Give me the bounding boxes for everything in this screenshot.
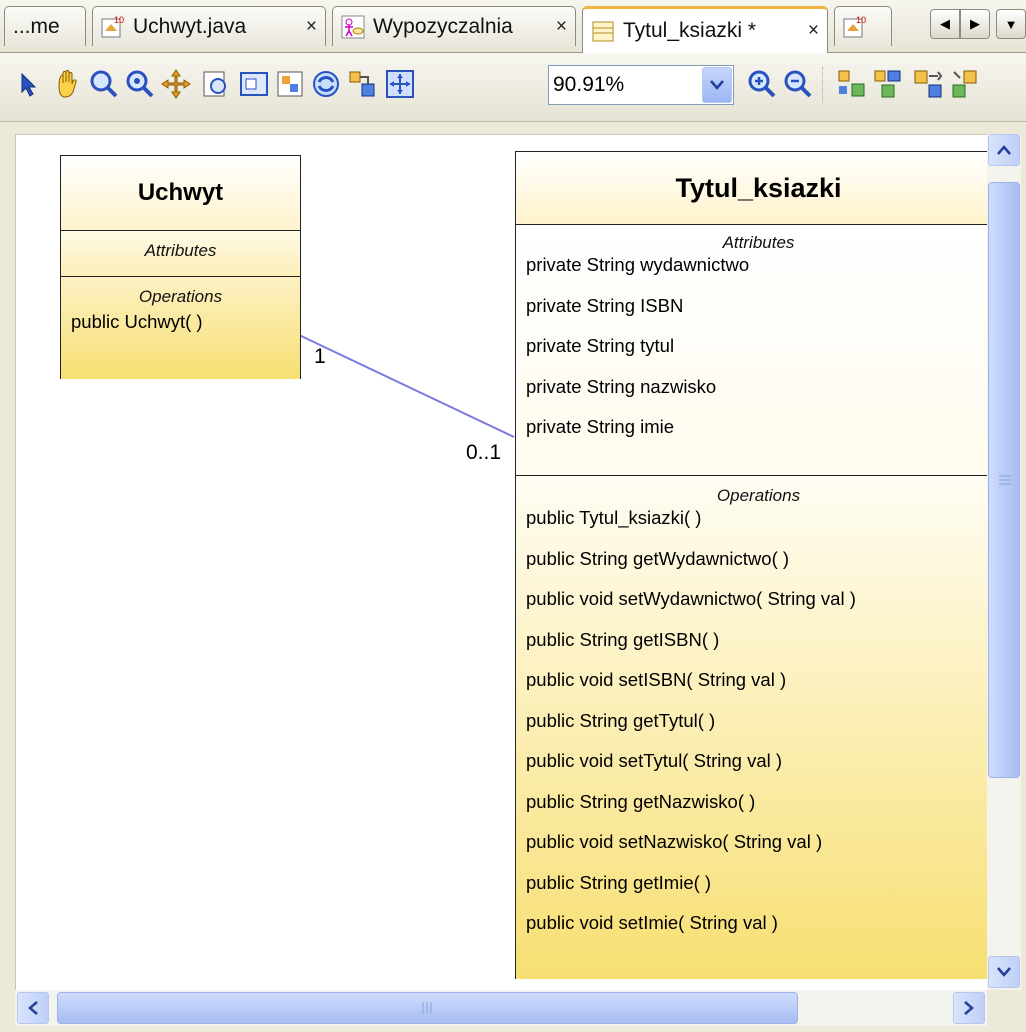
select-icon[interactable]	[12, 68, 44, 100]
toolbar-separator	[822, 67, 826, 103]
tab-label: ...me	[13, 14, 60, 38]
zoom-combo[interactable]: 90.91%	[548, 65, 734, 105]
operation-item[interactable]: public Uchwyt( )	[61, 311, 300, 333]
chevron-up-icon	[997, 145, 1011, 155]
chevron-right-icon	[964, 1001, 974, 1015]
zoom-in-icon[interactable]	[746, 68, 778, 100]
zoom-out-icon[interactable]	[782, 68, 814, 100]
close-icon[interactable]: ×	[292, 16, 317, 38]
scroll-down-button[interactable]	[988, 956, 1020, 988]
tab-scroll-right-button[interactable]: ▶	[960, 9, 990, 39]
class-uchwyt[interactable]: Uchwyt Attributes Operations public Uchw…	[60, 155, 301, 379]
attribute-item[interactable]: private String nazwisko	[526, 367, 1001, 408]
operation-item[interactable]: public void setWydawnictwo( String val )	[526, 579, 1001, 620]
operations-section: Operations public Uchwyt( )	[61, 277, 300, 379]
chevron-down-icon	[997, 967, 1011, 977]
orthogonal-icon[interactable]	[310, 68, 342, 100]
operation-item[interactable]: public void setISBN( String val )	[526, 660, 1001, 701]
operations-title: Operations	[138, 287, 223, 306]
diagram-canvas-area: 1 0..1 Uchwyt Attributes Operations publ…	[0, 122, 1026, 991]
operation-item[interactable]: public void setTytul( String val )	[526, 741, 1001, 782]
overview-icon[interactable]	[200, 68, 232, 100]
tab-partial[interactable]: 101	[834, 6, 892, 46]
target-multiplicity: 0..1	[466, 441, 502, 464]
horizontal-scroll-thumb[interactable]	[57, 992, 798, 1024]
navigate-icon[interactable]	[160, 68, 192, 100]
grip-icon	[422, 1002, 431, 1014]
attributes-title: Attributes	[144, 241, 217, 260]
tab-wypozyczalnia[interactable]: Wypozyczalnia ×	[332, 6, 576, 46]
operation-item[interactable]: public String getISBN( )	[526, 620, 1001, 661]
tab-scroll-left-button[interactable]: ◀	[930, 9, 960, 39]
vertical-scrollbar[interactable]	[987, 134, 1021, 990]
attributes-section: Attributes private String wydawnictwo pri…	[516, 225, 1001, 476]
class-tytul-ksiazki[interactable]: Tytul_ksiazki Attributes private String …	[515, 151, 1001, 979]
use-case-diagram-icon	[341, 15, 365, 39]
editor-tab-bar: ...me 101 Uchwyt.java × Wypozyczalnia × …	[0, 0, 1026, 53]
attribute-item[interactable]: private String ISBN	[526, 286, 1001, 327]
diagram-toolbar: 90.91%	[0, 53, 1026, 122]
zoom-interactive-icon[interactable]	[124, 68, 156, 100]
layout-1-icon[interactable]	[836, 68, 868, 100]
attribute-list: private String wydawnictwo private String…	[526, 245, 1001, 448]
operation-item[interactable]: public String getImie( )	[526, 863, 1001, 904]
tab-list-button[interactable]: ▼	[996, 9, 1026, 39]
layout-2-icon[interactable]	[872, 68, 904, 100]
vertical-scroll-thumb[interactable]	[988, 182, 1020, 778]
pan-icon[interactable]	[50, 68, 82, 100]
java-file-icon: 101	[843, 15, 871, 39]
fit-to-window-icon[interactable]	[238, 68, 270, 100]
tab-label: Wypozyczalnia	[373, 14, 513, 38]
scroll-up-button[interactable]	[988, 134, 1020, 166]
operation-item[interactable]: public String getNazwisko( )	[526, 782, 1001, 823]
layout-4-icon[interactable]	[950, 68, 982, 100]
tab-home[interactable]: ...me	[4, 6, 86, 46]
tab-label: Tytul_ksiazki *	[623, 19, 757, 42]
class-name: Uchwyt	[61, 156, 300, 231]
relayout-icon[interactable]	[274, 68, 306, 100]
zoom-value[interactable]: 90.91%	[549, 73, 702, 97]
operation-item[interactable]: public void setImie( String val )	[526, 903, 1001, 944]
scroll-left-button[interactable]	[17, 992, 49, 1024]
attribute-item[interactable]: private String tytul	[526, 326, 1001, 367]
tab-scroll-buttons: ◀ ▶	[930, 9, 990, 39]
operation-item[interactable]: public void setNazwisko( String val )	[526, 822, 1001, 863]
svg-text:101: 101	[114, 15, 125, 25]
horizontal-scrollbar[interactable]	[15, 990, 987, 1026]
close-icon[interactable]: ×	[794, 20, 819, 42]
class-diagram-icon	[591, 19, 615, 43]
close-icon[interactable]: ×	[542, 16, 567, 38]
java-file-icon: 101	[101, 15, 129, 39]
zoom-icon[interactable]	[88, 68, 120, 100]
operation-item[interactable]: public String getTytul( )	[526, 701, 1001, 742]
scroll-right-button[interactable]	[953, 992, 985, 1024]
tab-tytul-ksiazki[interactable]: Tytul_ksiazki * ×	[582, 6, 828, 53]
svg-text:101: 101	[856, 15, 867, 25]
grip-icon	[999, 475, 1011, 485]
operation-list: public Tytul_ksiazki( ) public String get…	[526, 498, 1001, 944]
diagram-canvas[interactable]: 1 0..1 Uchwyt Attributes Operations publ…	[15, 134, 1001, 991]
tab-uchwyt-java[interactable]: 101 Uchwyt.java ×	[92, 6, 326, 46]
tab-menu: ▼	[996, 9, 1026, 39]
operations-section: Operations public Tytul_ksiazki( ) public…	[516, 476, 1001, 979]
operation-item[interactable]: public String getWydawnictwo( )	[526, 539, 1001, 580]
source-multiplicity: 1	[314, 345, 326, 368]
fit-icon[interactable]	[384, 68, 416, 100]
bottom-edge	[0, 1026, 1026, 1032]
attribute-item[interactable]: private String imie	[526, 407, 1001, 448]
chevron-down-icon[interactable]	[702, 67, 732, 103]
tab-label: Uchwyt.java	[133, 14, 247, 38]
layout-3-icon[interactable]	[912, 68, 944, 100]
attributes-section: Attributes	[61, 231, 300, 277]
chevron-left-icon	[28, 1001, 38, 1015]
hierarchical-icon[interactable]	[346, 68, 378, 100]
class-name: Tytul_ksiazki	[516, 152, 1001, 225]
